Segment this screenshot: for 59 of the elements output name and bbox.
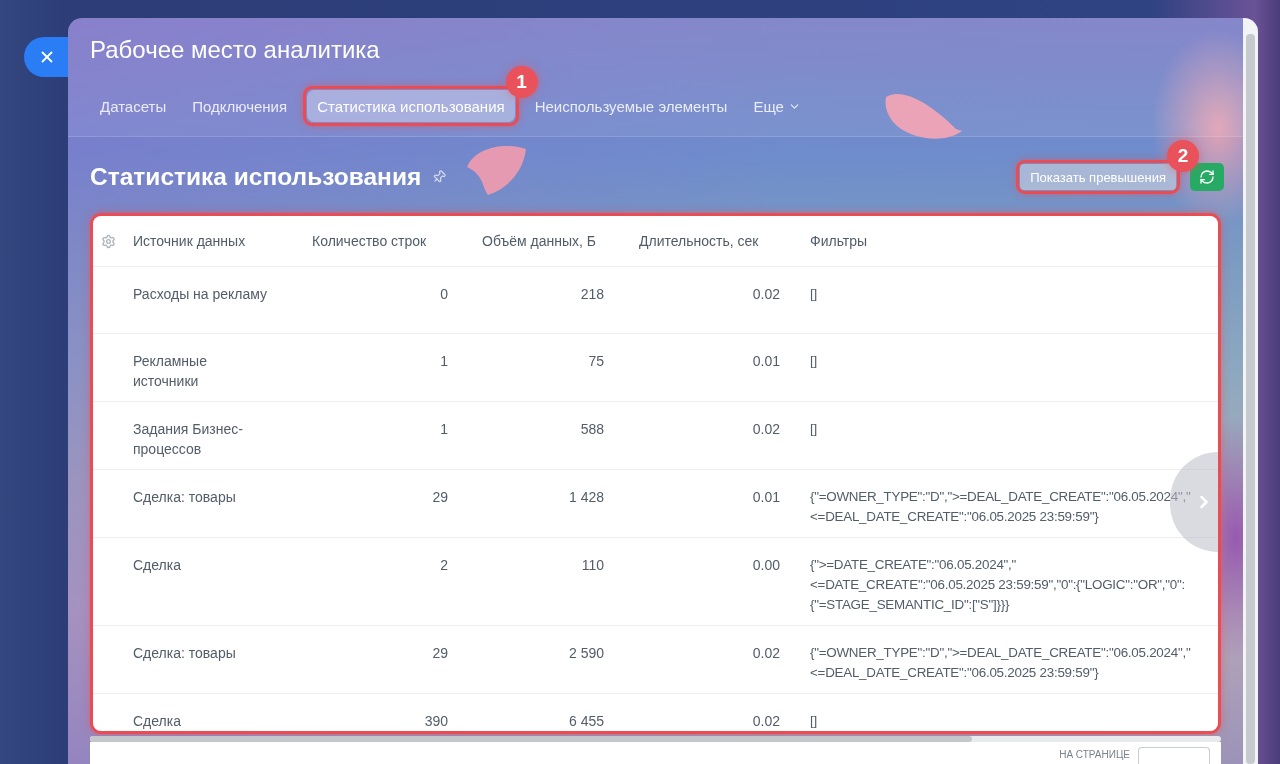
table-cell: 218 [580,286,604,302]
column-header[interactable]: Объём данных, Б [482,233,596,249]
table-cell: Сделка: товары [133,645,236,661]
table-cell: Задания Бизнес-процессов [133,421,243,457]
show-excess-button[interactable]: Показать превышения [1020,164,1176,190]
table-cell: 390 [424,713,448,729]
table-cell: [] [810,286,817,301]
table-cell: 6 455 [568,713,604,729]
table-cell: Сделка [133,713,181,729]
table-cell: 0.02 [752,713,780,729]
scrollbar-thumb[interactable] [1246,34,1255,764]
table-cell: {"=OWNER_TYPE":"D",">=DEAL_DATE_CREATE":"06.05.2024","<=DEAL_DATE_CREATE":"06.05.2025 23:59:59"} [810,489,1191,524]
table-cell: 0.00 [752,557,780,573]
table-cell: 0.02 [752,421,780,437]
refresh-button[interactable] [1190,163,1224,191]
table-cell: 1 [440,353,448,369]
table-cell: Сделка [133,557,181,573]
table-cell: Рекламные источники [133,353,207,389]
refresh-icon [1199,169,1215,185]
table-cell: 0.01 [752,489,780,505]
table-cell: Расходы на рекламу [133,286,268,302]
table-cell: 110 [581,557,604,573]
tab[interactable]: Статистика использования [307,90,515,122]
table-cell: 2 590 [568,645,604,661]
table-cell: [] [810,353,817,368]
close-button[interactable] [24,37,68,77]
table-cell: 2 [440,557,448,573]
table-cell: [] [810,421,817,436]
window-title: Рабочее место аналитика [90,36,380,64]
tab[interactable]: Датасеты [90,90,177,122]
table-cell: {"=OWNER_TYPE":"D",">=DEAL_DATE_CREATE":"06.05.2024","<=DEAL_DATE_CREATE":"06.05.2025 23:59:59"} [810,645,1191,680]
table-cell: [] [810,713,817,728]
step-badge: 2 [1167,140,1199,172]
table-cell: 588 [580,421,604,437]
settings-icon[interactable] [101,233,116,249]
table-cell: 0.01 [752,353,780,369]
column-header[interactable]: Длительность, сек [639,233,759,249]
table-cell: Сделка: товары [133,489,236,505]
page-size-label: НА СТРАНИЦЕ [1059,749,1130,761]
column-header[interactable]: Источник данных [133,233,246,249]
table-cell: 0.02 [752,645,780,661]
more-menu-button[interactable]: Еще [743,90,811,122]
table-cell: 75 [588,353,604,369]
table-cell: 29 [432,645,448,661]
page-size-select[interactable] [1138,747,1210,764]
vertical-scrollbar[interactable] [1243,18,1258,764]
table-cell: 0.02 [752,286,780,302]
step-badge: 1 [505,66,538,98]
tab[interactable]: Подключения [182,90,298,122]
table-cell: 0 [440,286,448,302]
table-cell: 1 [440,421,448,437]
table-cell: 29 [432,489,448,505]
table-cell: 1 428 [568,489,604,505]
horizontal-scrollbar[interactable] [90,736,1221,742]
column-header[interactable]: Фильтры [810,233,868,249]
column-header[interactable]: Количество строк [312,233,427,249]
page-title: Статистика использования [90,162,422,192]
table-cell: {">=DATE_CREATE":"06.05.2024","<=DATE_CREATE":"06.05.2025 23:59:59","0":{"LOGIC":"OR","0":{"=STAGE_SEMANTIC_ID":["S"]}}} [810,557,1185,612]
scrollbar-thumb[interactable] [90,736,973,742]
